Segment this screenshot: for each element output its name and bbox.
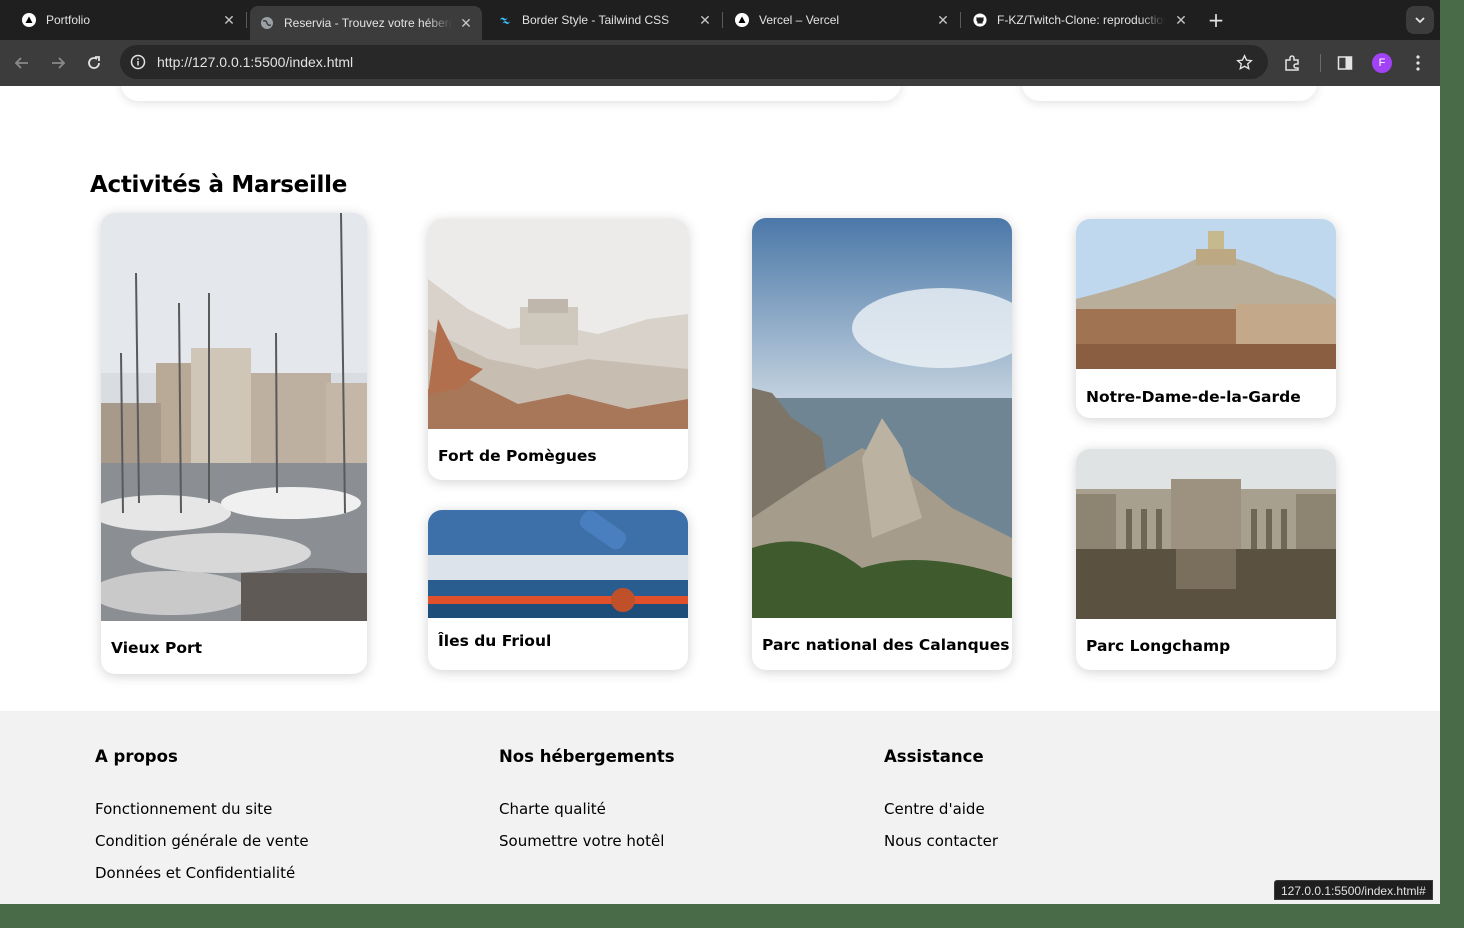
footer-link[interactable]: Fonctionnement du site <box>95 793 309 825</box>
footer-link[interactable]: Charte qualité <box>499 793 675 825</box>
activity-card-calanques[interactable]: Parc national des Calanques <box>752 218 1012 670</box>
bookmark-star-icon[interactable] <box>1234 52 1254 72</box>
forward-button[interactable] <box>45 50 71 76</box>
activity-card-notre-dame-de-la-garde[interactable]: Notre-Dame-de-la-Garde <box>1076 219 1336 418</box>
profile-avatar[interactable]: F <box>1372 53 1392 73</box>
reload-icon <box>88 56 100 69</box>
activity-card-title: Fort de Pomègues <box>438 447 597 465</box>
reload-button[interactable] <box>81 50 107 76</box>
page-viewport: Activités à Marseille Vieux Port Fort de… <box>0 86 1440 904</box>
close-icon[interactable]: ✕ <box>935 12 951 28</box>
activity-card-vieux-port[interactable]: Vieux Port <box>101 213 367 674</box>
tab-search-button[interactable] <box>1406 6 1434 34</box>
tailwind-icon <box>498 13 512 27</box>
footer-link[interactable]: Soumettre votre hotêl <box>499 825 675 857</box>
footer-link[interactable]: Nous contacter <box>884 825 998 857</box>
close-icon[interactable]: ✕ <box>221 12 237 28</box>
close-icon[interactable]: ✕ <box>1173 12 1189 28</box>
tab-vercel[interactable]: Vercel – Vercel ✕ <box>725 6 959 34</box>
close-icon[interactable]: ✕ <box>697 12 713 28</box>
browser-toolbar: http://127.0.0.1:5500/index.html F <box>0 40 1440 86</box>
close-icon[interactable]: ✕ <box>458 15 474 31</box>
status-bubble: 127.0.0.1:5500/index.html# <box>1274 880 1433 900</box>
activity-card-iles-du-frioul[interactable]: Îles du Frioul <box>428 510 688 670</box>
new-tab-button[interactable]: + <box>1205 8 1227 32</box>
site-footer: A propos Fonctionnement du site Conditio… <box>0 711 1440 904</box>
footer-link[interactable]: Centre d'aide <box>884 793 998 825</box>
chevron-down-icon <box>1415 17 1425 24</box>
tab-portfolio[interactable]: Portfolio ✕ <box>0 6 245 34</box>
tab-tailwind[interactable]: Border Style - Tailwind CSS ✕ <box>486 6 721 34</box>
arrow-left-icon <box>14 57 28 69</box>
vercel-triangle-icon <box>22 13 36 27</box>
github-icon <box>973 13 987 27</box>
previous-section-card <box>1022 86 1317 101</box>
activity-card-title: Parc Longchamp <box>1086 637 1231 655</box>
notre-dame-photo <box>1076 219 1336 369</box>
activity-card-title: Parc national des Calanques <box>762 636 1010 654</box>
vercel-triangle-icon <box>735 13 749 27</box>
activity-card-title: Îles du Frioul <box>438 632 552 650</box>
arrow-right-icon <box>52 57 66 69</box>
side-panel-icon[interactable] <box>1334 52 1356 74</box>
previous-section-card <box>121 86 901 101</box>
extensions-icon[interactable] <box>1281 52 1303 74</box>
footer-link[interactable]: Condition générale de vente <box>95 825 309 857</box>
footer-heading: A propos <box>95 747 178 766</box>
menu-kebab-icon[interactable] <box>1407 52 1429 74</box>
parc-longchamp-photo <box>1076 449 1336 619</box>
footer-link[interactable]: Données et Confidentialité <box>95 857 309 889</box>
desktop-background <box>1440 0 1464 928</box>
iles-du-frioul-photo <box>428 510 688 618</box>
tab-github[interactable]: F-KZ/Twitch-Clone: reproduction ✕ <box>963 6 1197 34</box>
url-text[interactable]: http://127.0.0.1:5500/index.html <box>157 54 353 70</box>
activity-card-parc-longchamp[interactable]: Parc Longchamp <box>1076 449 1336 670</box>
activity-card-title: Vieux Port <box>111 639 203 657</box>
activity-card-title: Notre-Dame-de-la-Garde <box>1086 388 1301 406</box>
footer-heading: Assistance <box>884 747 984 766</box>
tab-strip: Portfolio ✕ Reservia - Trouvez votre héb… <box>0 0 1440 40</box>
section-title: Activités à Marseille <box>90 172 347 198</box>
globe-icon <box>260 16 274 30</box>
footer-heading: Nos hébergements <box>499 747 675 766</box>
site-info-icon[interactable] <box>128 52 148 72</box>
footer-column-assistance: Assistance Centre d'aide Nous contacter <box>884 747 998 857</box>
footer-column-hebergements: Nos hébergements Charte qualité Soumettr… <box>499 747 675 857</box>
activity-card-fort-de-pomegues[interactable]: Fort de Pomègues <box>428 219 688 480</box>
footer-column-apropos: A propos Fonctionnement du site Conditio… <box>95 747 309 889</box>
address-bar[interactable]: http://127.0.0.1:5500/index.html <box>120 45 1268 79</box>
fort-de-pomegues-photo <box>428 219 688 429</box>
calanques-photo <box>752 218 1012 618</box>
vieux-port-photo <box>101 213 367 621</box>
tab-reservia[interactable]: Reservia - Trouvez votre hébergement ✕ <box>250 6 482 40</box>
back-button[interactable] <box>9 50 35 76</box>
